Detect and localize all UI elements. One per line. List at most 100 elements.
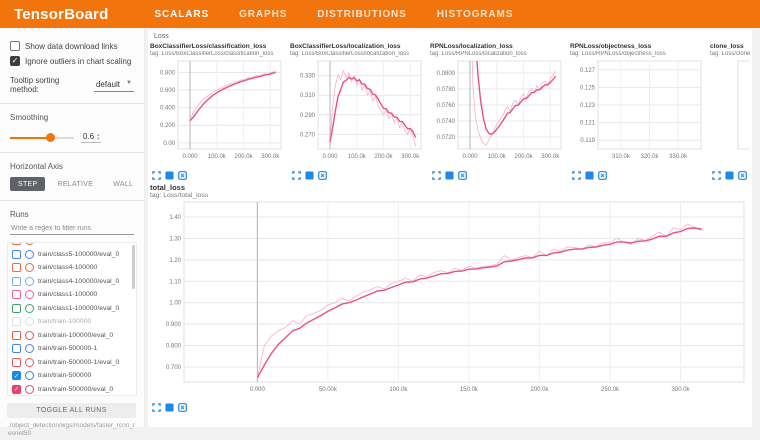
smoothing-slider-thumb[interactable] — [46, 133, 55, 142]
tooltip-sort-select[interactable]: default ▼ — [94, 79, 134, 92]
smoothing-slider-track[interactable] — [10, 137, 74, 139]
run-color-swatch — [25, 242, 34, 245]
run-checkbox[interactable] — [12, 344, 21, 353]
fit-domain-icon[interactable] — [598, 171, 607, 180]
run-name: train/train-100000 — [38, 318, 91, 325]
expand-chart-icon[interactable] — [725, 171, 734, 180]
run-checkbox[interactable] — [12, 242, 21, 245]
fit-domain-icon[interactable] — [738, 171, 747, 180]
sidebar: Show data download links Ignore outliers… — [0, 28, 145, 427]
run-row[interactable]: train/class4-100000 — [8, 261, 136, 275]
svg-text:0.119: 0.119 — [580, 138, 595, 144]
run-checkbox[interactable] — [12, 263, 21, 272]
ignore-outliers-checkbox[interactable] — [10, 56, 20, 66]
run-checkbox[interactable] — [12, 304, 21, 313]
chart-card-classification_loss: BoxClassifierLoss/classification_losstag… — [150, 43, 287, 180]
run-row[interactable]: train/train-500000-1 — [8, 342, 136, 356]
run-checkbox[interactable] — [12, 290, 21, 299]
run-row[interactable]: train/train-500000-1/eval_0 — [8, 356, 136, 370]
toggle-all-runs-button[interactable]: TOGGLE ALL RUNS — [7, 403, 136, 418]
fullscreen-icon[interactable] — [432, 171, 441, 180]
run-row[interactable]: train/class4-100000/eval_0 — [8, 275, 136, 289]
axis-relative-button[interactable]: RELATIVE — [49, 177, 101, 191]
fit-domain-icon[interactable] — [458, 171, 467, 180]
run-row[interactable]: train/class1-100000 — [8, 288, 136, 302]
run-checkbox[interactable] — [12, 331, 21, 340]
run-checkbox[interactable] — [12, 358, 21, 367]
fullscreen-icon[interactable] — [292, 171, 301, 180]
horizontal-axis-label: Horizontal Axis — [10, 162, 134, 171]
run-row[interactable]: train/train-100000/eval_0 — [8, 329, 136, 343]
fullscreen-icon[interactable] — [572, 171, 581, 180]
run-row[interactable]: train/class5-100000/eval_0 — [8, 248, 136, 262]
runs-filter-input[interactable] — [10, 223, 134, 235]
chart-tag: tag: Loss/BoxClassifierLoss/classificati… — [150, 51, 287, 58]
svg-text:0.125: 0.125 — [580, 85, 596, 91]
chart-plot-total_loss[interactable]: 0.7000.8000.9001.001.101.201.301.400.000… — [150, 199, 750, 396]
svg-text:250.0k: 250.0k — [601, 387, 620, 393]
expand-chart-icon[interactable] — [585, 171, 594, 180]
axis-step-button[interactable]: STEP — [10, 177, 45, 191]
svg-text:300.0k: 300.0k — [401, 154, 420, 160]
run-list-scrollbar[interactable] — [132, 245, 135, 289]
fullscreen-icon[interactable] — [712, 171, 721, 180]
svg-text:0.0740: 0.0740 — [437, 119, 456, 125]
stepper-icon[interactable]: ▴▾ — [97, 133, 99, 140]
expand-chart-icon[interactable] — [305, 171, 314, 180]
tab-scalars[interactable]: SCALARS — [154, 9, 209, 20]
fit-domain-icon[interactable] — [318, 171, 327, 180]
svg-text:1.30: 1.30 — [169, 236, 181, 242]
run-checkbox[interactable]: ✓ — [12, 371, 21, 380]
category-header[interactable]: Loss — [148, 30, 752, 41]
svg-text:0.330: 0.330 — [300, 74, 316, 80]
chart-plot-rpn_localization_loss[interactable]: 0.07200.07400.07600.07800.08000.000100.0… — [430, 58, 567, 164]
svg-text:0.127: 0.127 — [580, 68, 596, 74]
smoothing-slider-row: 0.6 ▴▾ — [10, 132, 134, 143]
svg-text:1.20: 1.20 — [169, 258, 181, 264]
expand-chart-icon[interactable] — [165, 403, 174, 412]
show-download-links-checkbox[interactable] — [10, 41, 20, 51]
chart-toolbar — [712, 171, 750, 180]
smoothing-value-input[interactable]: 0.6 ▴▾ — [81, 132, 101, 143]
run-row[interactable]: ✓train/train-500000/eval_0 — [8, 383, 136, 397]
chart-tag: tag: Loss/total_loss — [150, 192, 750, 199]
fit-domain-icon[interactable] — [178, 403, 187, 412]
svg-text:200.0k: 200.0k — [515, 154, 534, 160]
fullscreen-icon[interactable] — [152, 171, 161, 180]
tab-graphs[interactable]: GRAPHS — [239, 9, 287, 20]
svg-text:50.00k: 50.00k — [319, 387, 338, 393]
smoothing-value: 0.6 — [83, 132, 94, 141]
run-color-swatch — [25, 290, 34, 299]
chart-title: BoxClassifierLoss/localization_loss — [290, 43, 427, 51]
axis-wall-button[interactable]: WALL — [105, 177, 141, 191]
svg-text:310.0k: 310.0k — [612, 154, 631, 160]
run-row[interactable]: train/class1-100000/eval_0 — [8, 302, 136, 316]
run-row[interactable]: train/train-100000 — [8, 315, 136, 329]
fit-domain-icon[interactable] — [178, 171, 187, 180]
tab-histograms[interactable]: HISTOGRAMS — [437, 9, 514, 20]
tab-distributions[interactable]: DISTRIBUTIONS — [317, 9, 406, 20]
chart-plot-objectness_loss[interactable]: 0.1190.1210.1230.1250.127310.0k320.0k330… — [570, 58, 707, 164]
expand-chart-icon[interactable] — [445, 171, 454, 180]
chart-plot-classification_loss[interactable]: 0.000.2000.4000.6000.8000.000100.0k200.0… — [150, 58, 287, 164]
chart-card-rpn_localization_loss: RPNLoss/localization_losstag: Loss/RPNLo… — [430, 43, 567, 180]
run-checkbox[interactable] — [12, 317, 21, 326]
svg-text:0.000: 0.000 — [463, 154, 479, 160]
fullscreen-icon[interactable] — [152, 403, 161, 412]
svg-text:100.0k: 100.0k — [389, 387, 408, 393]
run-checkbox[interactable]: ✓ — [12, 385, 21, 394]
app-title: TensorBoard — [14, 6, 108, 23]
run-color-swatch — [25, 385, 34, 394]
run-checkbox[interactable] — [12, 277, 21, 286]
chart-plot-clone_loss[interactable] — [710, 58, 750, 164]
run-checkbox[interactable] — [12, 250, 21, 259]
svg-text:0.121: 0.121 — [580, 121, 596, 127]
app-header: TensorBoard SCALARS GRAPHS DISTRIBUTIONS HI… — [0, 0, 760, 28]
small-charts-row: BoxClassifierLoss/classification_losstag… — [148, 41, 750, 180]
chart-card-objectness_loss: RPNLoss/objectness_losstag: Loss/RPNLoss… — [570, 43, 707, 180]
svg-text:200.0k: 200.0k — [375, 154, 394, 160]
run-row[interactable]: ✓train/train-500000 — [8, 369, 136, 383]
expand-chart-icon[interactable] — [165, 171, 174, 180]
run-name: train/class4-100000/eval_0 — [38, 278, 119, 285]
chart-plot-box_localization_loss[interactable]: 0.2700.2900.3100.3300.000100.0k200.0k300… — [290, 58, 427, 164]
